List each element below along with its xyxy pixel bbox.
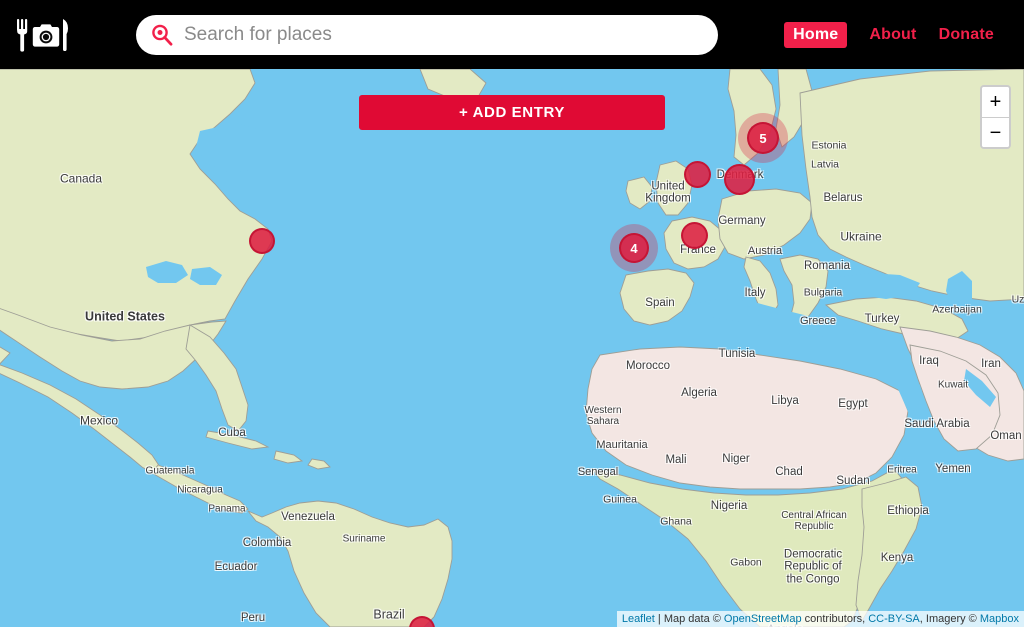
attribution-sep-3: , Imagery © (919, 613, 980, 625)
leaflet-link[interactable]: Leaflet (622, 613, 655, 625)
marker-dot: 5 (747, 122, 779, 154)
fork-camera-knife-icon (13, 15, 73, 55)
cluster-marker-spain-east[interactable] (680, 221, 708, 249)
map-attribution: Leaflet | Map data © OpenStreetMap contr… (616, 611, 1024, 627)
map-canvas[interactable]: Canada United States Mexico Cuba Guatemala Ni… (0, 69, 1024, 627)
attribution-sep-1: | Map data © (654, 613, 724, 625)
cluster-marker-us[interactable] (249, 228, 275, 254)
nav-donate[interactable]: Donate (939, 26, 994, 44)
marker-dot (680, 221, 708, 249)
cluster-marker-france[interactable] (683, 160, 711, 188)
search-bar[interactable] (136, 14, 718, 55)
zoom-out-button[interactable]: − (982, 117, 1009, 147)
search-input[interactable] (184, 19, 704, 50)
marker-dot (683, 160, 711, 188)
marker-count: 5 (759, 130, 767, 146)
map-geography (0, 69, 1024, 627)
app-root: Canada United States Mexico Cuba Guatemala Ni… (0, 0, 1024, 627)
add-entry-button[interactable]: + ADD ENTRY (359, 95, 665, 130)
zoom-in-button[interactable]: + (982, 87, 1009, 117)
nav-about[interactable]: About (869, 26, 916, 44)
marker-dot (249, 228, 275, 254)
app-logo[interactable] (0, 0, 86, 69)
cluster-marker-austria[interactable] (723, 163, 755, 195)
nav-home[interactable]: Home (784, 21, 848, 48)
marker-dot: 4 (619, 233, 649, 263)
main-nav: Home About Donate (784, 21, 994, 48)
openstreetmap-link[interactable]: OpenStreetMap (724, 613, 802, 625)
zoom-controls[interactable]: + − (980, 85, 1011, 149)
attribution-sep-2: contributors, (801, 613, 869, 625)
top-header: Home About Donate (0, 0, 1024, 69)
marker-dot (723, 163, 755, 195)
search-pin-icon (150, 23, 174, 47)
marker-count: 4 (630, 240, 638, 256)
cluster-marker-portugal[interactable]: 4 (610, 224, 658, 272)
license-link[interactable]: CC-BY-SA (868, 613, 920, 625)
mapbox-link[interactable]: Mapbox (980, 613, 1019, 625)
cluster-marker-germany[interactable]: 5 (738, 113, 788, 163)
